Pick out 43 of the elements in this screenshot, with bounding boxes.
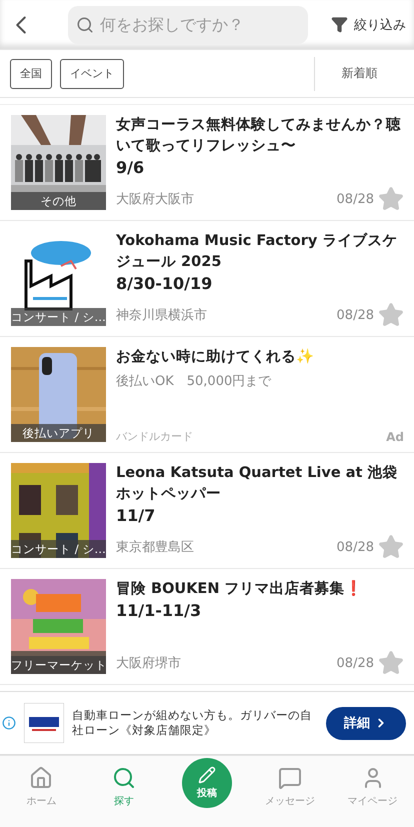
posted-date: 08/28 [336,308,374,322]
ad-title[interactable]: お金ない時に助けてくれる✨ [116,347,404,368]
sort-button[interactable]: 新着順 [314,56,404,90]
home-icon [29,766,54,790]
category-label: その他 [11,192,106,210]
search-field[interactable]: 何をお探しですか？ [68,6,308,44]
favorite-button[interactable] [378,186,404,212]
filter-chip[interactable]: イベント [60,58,124,88]
filter-chip[interactable]: 全国 [10,58,52,88]
ad-subtitle: 後払いOK 50,000円まで [116,373,272,390]
details-button[interactable]: 詳細 [326,706,406,740]
posted-date: 08/28 [336,192,374,206]
ad-banner-text[interactable]: 自動車ローンが組めない方も。ガリバーの自社ローン《対象店舗限定》 [72,708,318,738]
ad-label: Ad [386,430,404,444]
location-text: 東京都豊島区 [116,539,194,556]
category-label: コンサート / シ… [11,308,106,326]
event-title[interactable]: 冒険 BOUKEN フリマ出店者募集❗ [116,579,404,600]
category-label: 後払いアプリ [11,424,106,442]
posted-date: 08/28 [336,656,374,670]
category-label: コンサート / シ… [11,540,106,558]
advertiser-name: バンドルカード [116,429,193,444]
location-text: 大阪府大阪市 [116,191,194,208]
event-date: 11/7 [116,505,156,527]
search-icon [76,16,94,34]
event-date: 8/30-10/19 [116,273,214,295]
filter-button[interactable]: 絞り込み [331,16,406,34]
event-title[interactable]: Leona Katsuta Quartet Live at 池袋ホットペッパー [116,463,404,505]
info-icon[interactable] [2,716,16,730]
favorite-button[interactable] [378,650,404,676]
favorite-button[interactable] [378,534,404,560]
event-date: 11/1-11/3 [116,600,202,622]
pencil-icon [198,766,216,784]
event-title[interactable]: Yokohama Music Factory ライブスケジュール 2025 [116,231,404,273]
category-label: フリーマーケット [11,656,106,674]
chat-icon [278,766,302,790]
posted-date: 08/28 [336,540,374,554]
filter-icon [331,16,348,33]
event-title[interactable]: 女声コーラス無料体験してみませんか？聴いて歌ってリフレッシュ〜 [116,115,404,157]
location-text: 神奈川県横浜市 [116,307,207,324]
favorite-button[interactable] [378,302,404,328]
location-text: 大阪府堺市 [116,655,181,672]
search-icon [112,766,136,790]
event-date: 9/6 [116,157,146,179]
